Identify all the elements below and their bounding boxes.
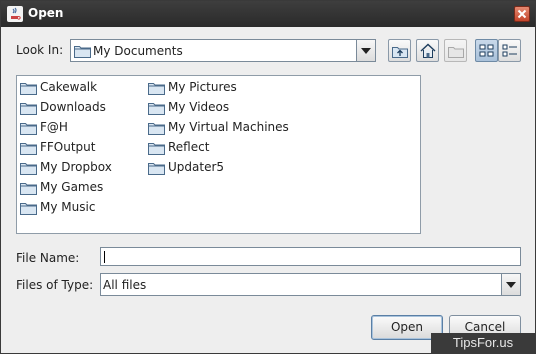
up-one-level-button[interactable] bbox=[388, 39, 411, 62]
details-view-icon bbox=[502, 44, 517, 57]
file-list-item-name: F@H bbox=[40, 120, 68, 134]
file-list-item-name: Downloads bbox=[40, 100, 106, 114]
folder-icon bbox=[148, 163, 165, 175]
look-in-combo[interactable]: My Documents bbox=[70, 39, 376, 62]
home-button[interactable] bbox=[416, 39, 439, 62]
look-in-value: My Documents bbox=[93, 44, 183, 58]
file-list-item-name: My Virtual Machines bbox=[168, 120, 289, 134]
title-bar[interactable]: Open bbox=[1, 1, 535, 27]
text-caret bbox=[104, 251, 105, 263]
details-view-button[interactable] bbox=[498, 39, 521, 62]
look-in-dropdown-arrow[interactable] bbox=[356, 40, 375, 61]
list-view-icon bbox=[479, 44, 494, 57]
home-icon bbox=[420, 43, 436, 58]
file-list-item-name: FFOutput bbox=[40, 140, 96, 154]
file-list-item-name: Updater5 bbox=[168, 160, 225, 174]
files-of-type-label: Files of Type: bbox=[16, 278, 94, 292]
folder-icon bbox=[148, 83, 165, 95]
close-button[interactable] bbox=[514, 6, 530, 22]
folder-icon bbox=[148, 103, 165, 115]
close-icon bbox=[517, 9, 527, 19]
file-list-item-name: My Videos bbox=[168, 100, 230, 114]
folder-icon bbox=[20, 203, 37, 215]
file-list-item-name: My Music bbox=[40, 200, 96, 214]
folder-icon bbox=[20, 103, 37, 115]
chevron-down-icon bbox=[506, 282, 516, 288]
file-list-item-name: My Dropbox bbox=[40, 160, 112, 174]
watermark: TipsFor.us bbox=[431, 333, 535, 353]
chevron-down-icon bbox=[361, 48, 371, 54]
file-name-input[interactable] bbox=[101, 248, 520, 265]
java-cup-icon bbox=[7, 6, 23, 22]
folder-icon bbox=[148, 143, 165, 155]
files-of-type-combo[interactable]: All files bbox=[100, 273, 521, 296]
files-of-type-value: All files bbox=[103, 278, 147, 292]
file-list-item-name: My Pictures bbox=[168, 80, 237, 94]
file-list-item-name: My Games bbox=[40, 180, 104, 194]
file-list-item-name: Reflect bbox=[168, 140, 210, 154]
file-list-item-name: Cakewalk bbox=[40, 80, 98, 94]
folder-icon bbox=[20, 83, 37, 95]
look-in-label: Look In: bbox=[16, 43, 64, 57]
folder-icon bbox=[20, 143, 37, 155]
file-name-field[interactable] bbox=[100, 247, 521, 266]
file-list[interactable]: Cakewalk Downloads F@H FFOutput My Dropbox My… bbox=[16, 75, 421, 234]
new-folder-button[interactable] bbox=[444, 39, 467, 62]
folder-icon bbox=[20, 183, 37, 195]
files-of-type-dropdown-arrow[interactable] bbox=[501, 274, 520, 295]
folder-icon bbox=[20, 123, 37, 135]
open-dialog: Open Look In: My Documents Cakewalk Down… bbox=[0, 0, 536, 354]
file-name-label: File Name: bbox=[16, 251, 80, 265]
folder-icon bbox=[20, 163, 37, 175]
folder-icon bbox=[148, 123, 165, 135]
new-folder-icon bbox=[448, 47, 464, 58]
folder-icon bbox=[74, 44, 91, 61]
window-title: Open bbox=[28, 6, 64, 20]
list-view-button[interactable] bbox=[475, 39, 498, 62]
folder-up-icon bbox=[392, 47, 408, 58]
